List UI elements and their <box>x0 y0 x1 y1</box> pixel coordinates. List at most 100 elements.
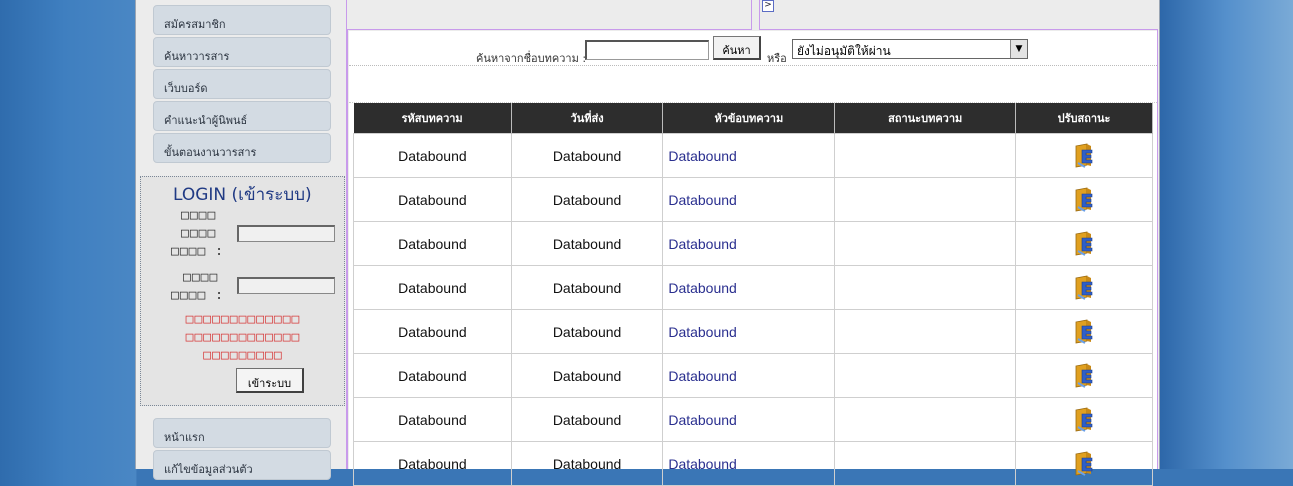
layout-divider <box>759 29 1157 30</box>
search-row: ค้นหาจากชื่อบทความ : ค้นหา หรือ ยังไม่อน… <box>349 31 1157 66</box>
cell-article-status <box>834 221 1017 266</box>
chevron-down-icon[interactable]: ▼ <box>1010 40 1027 58</box>
menu-webboard[interactable]: เว็บบอร์ด <box>153 69 331 99</box>
login-label-2b: □□□□ : <box>171 288 224 303</box>
cell-article-title[interactable]: Databound <box>662 221 836 266</box>
collapse-button[interactable]: > <box>762 0 774 12</box>
cell-submit-date: Databound <box>510 353 664 398</box>
cell-article-title[interactable]: Databound <box>662 309 836 354</box>
menu-home[interactable]: หน้าแรก <box>153 418 331 448</box>
cell-article-title[interactable]: Databound <box>662 177 836 222</box>
cell-article-title[interactable]: Databound <box>662 353 836 398</box>
login-box: LOGIN (เข้าระบบ) □□□□ □□□□ □□□□ : □□□□ □… <box>140 176 345 406</box>
search-input[interactable] <box>585 40 709 60</box>
layout-divider <box>759 0 760 30</box>
cell-article-title[interactable]: Databound <box>662 397 836 442</box>
background-right <box>1160 0 1293 469</box>
header-article-id[interactable]: รหัสบทความ <box>353 103 512 134</box>
cell-update-status <box>1015 441 1153 486</box>
cell-article-id: Databound <box>353 397 512 442</box>
login-label-1c: □□□□ : <box>171 244 224 259</box>
cell-article-status <box>834 397 1017 442</box>
cell-update-status <box>1015 133 1153 178</box>
status-select[interactable]: ยังไม่อนุมัติให้ผ่าน ▼ <box>792 39 1028 59</box>
edit-document-icon[interactable] <box>1073 407 1095 433</box>
or-label: หรือ <box>767 52 787 65</box>
cell-update-status <box>1015 265 1153 310</box>
cell-update-status <box>1015 177 1153 222</box>
login-label-1a: □□□□ <box>181 208 217 223</box>
articles-table: รหัสบทความ วันที่ส่ง หัวข้อบทความ สถานะบ… <box>353 103 1153 486</box>
table-row: Databound Databound Databound <box>353 221 1153 266</box>
header-submit-date[interactable]: วันที่ส่ง <box>511 103 664 134</box>
menu-journal-steps[interactable]: ขั้นตอนงานวารสาร <box>153 133 331 163</box>
login-label-2a: □□□□ <box>183 270 219 285</box>
spacer-row <box>349 66 1157 103</box>
menu-author-guide[interactable]: คำแนะนำผู้นิพนธ์ <box>153 101 331 131</box>
table-row: Databound Databound Databound <box>353 177 1153 222</box>
edit-document-icon[interactable] <box>1073 231 1095 257</box>
edit-document-icon[interactable] <box>1073 319 1095 345</box>
cell-submit-date: Databound <box>510 309 664 354</box>
table-header-row: รหัสบทความ วันที่ส่ง หัวข้อบทความ สถานะบ… <box>353 103 1153 134</box>
edit-document-icon[interactable] <box>1073 363 1095 389</box>
cell-article-status <box>834 441 1017 486</box>
cell-update-status <box>1015 397 1153 442</box>
menu-register[interactable]: สมัครสมาชิก <box>153 5 331 35</box>
cell-submit-date: Databound <box>510 133 664 178</box>
edit-document-icon[interactable] <box>1073 187 1095 213</box>
layout-divider <box>751 0 752 30</box>
header-update-status: ปรับสถานะ <box>1015 103 1153 134</box>
edit-document-icon[interactable] <box>1073 451 1095 477</box>
cell-article-id: Databound <box>353 133 512 178</box>
table-row: Databound Databound Databound <box>353 397 1153 442</box>
cell-article-title[interactable]: Databound <box>662 441 836 486</box>
cell-submit-date: Databound <box>510 177 664 222</box>
menu-edit-profile[interactable]: แก้ไขข้อมูลส่วนตัว <box>153 450 331 480</box>
cell-article-title[interactable]: Databound <box>662 133 836 178</box>
search-button[interactable]: ค้นหา <box>713 36 761 60</box>
main-panel: ค้นหาจากชื่อบทความ : ค้นหา หรือ ยังไม่อน… <box>349 31 1157 486</box>
cell-article-title[interactable]: Databound <box>662 265 836 310</box>
edit-document-icon[interactable] <box>1073 275 1095 301</box>
cell-article-status <box>834 265 1017 310</box>
sidebar: สมัครสมาชิก ค้นหาวารสาร เว็บบอร์ด คำแนะน… <box>140 0 346 480</box>
cell-article-status <box>834 309 1017 354</box>
layout-divider <box>347 29 348 469</box>
cell-submit-date: Databound <box>510 221 664 266</box>
login-title: LOGIN (เข้าระบบ) <box>173 185 312 205</box>
cell-article-id: Databound <box>353 265 512 310</box>
cell-update-status <box>1015 353 1153 398</box>
table-row: Databound Databound Databound <box>353 441 1153 486</box>
username-input[interactable] <box>237 225 335 242</box>
cell-article-id: Databound <box>353 309 512 354</box>
edit-document-icon[interactable] <box>1073 143 1095 169</box>
header-article-status[interactable]: สถานะบทความ <box>834 103 1017 134</box>
cell-article-status <box>834 177 1017 222</box>
login-button[interactable]: เข้าระบบ <box>236 368 304 393</box>
login-message: □□□□□□□□□□□□□ □□□□□□□□□□□□□ □□□□□□□□□ <box>185 312 301 363</box>
cell-update-status <box>1015 221 1153 266</box>
cell-article-id: Databound <box>353 353 512 398</box>
password-input[interactable] <box>237 277 335 294</box>
cell-submit-date: Databound <box>510 441 664 486</box>
cell-article-id: Databound <box>353 177 512 222</box>
table-row: Databound Databound Databound <box>353 353 1153 398</box>
cell-article-id: Databound <box>353 221 512 266</box>
layout-divider <box>347 29 752 30</box>
cell-article-status <box>834 133 1017 178</box>
cell-submit-date: Databound <box>510 265 664 310</box>
status-select-value: ยังไม่อนุมัติให้ผ่าน <box>797 44 891 58</box>
search-label: ค้นหาจากชื่อบทความ : <box>476 52 587 65</box>
menu-search-journal[interactable]: ค้นหาวารสาร <box>153 37 331 67</box>
cell-article-status <box>834 353 1017 398</box>
cell-article-id: Databound <box>353 441 512 486</box>
table-row: Databound Databound Databound <box>353 265 1153 310</box>
cell-update-status <box>1015 309 1153 354</box>
header-article-title[interactable]: หัวข้อบทความ <box>662 103 836 134</box>
layout-divider <box>1157 29 1158 469</box>
table-row: Databound Databound Databound <box>353 133 1153 178</box>
login-label-1b: □□□□ <box>181 226 217 241</box>
cell-submit-date: Databound <box>510 397 664 442</box>
table-row: Databound Databound Databound <box>353 309 1153 354</box>
